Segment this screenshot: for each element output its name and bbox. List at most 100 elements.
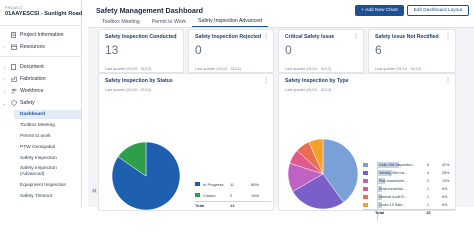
chevron-right-icon: › [3, 88, 6, 94]
edit-dashboard-layout-button[interactable]: Edit Dashboard Layout [407, 5, 469, 16]
factory-icon [9, 76, 18, 83]
kpi-title: Safety Inspection Conducted [105, 34, 177, 40]
legend-percent: 25% [442, 171, 450, 175]
kpi-value: 13 [105, 43, 119, 57]
kpi-card-conducted: Safety Inspection Conducted ⋮ 13 Last qu… [98, 29, 184, 73]
kpi-value: 0 [195, 43, 202, 57]
legend-value: 2 [230, 193, 233, 198]
sidebar-item-safety-timeout[interactable]: Safety Timeout [14, 192, 81, 201]
document-icon [9, 64, 18, 71]
legend-swatch [363, 179, 368, 183]
type-legend: Daily Site Inspection... 6 42% Weekly Site … [363, 161, 455, 221]
more-icon[interactable]: ⋮ [445, 77, 451, 84]
kpi-subtitle: Last quarter (01/10 - 31/12) [195, 67, 242, 71]
add-new-chart-button[interactable]: + Add New Chart [355, 5, 404, 16]
chart-card-status: Safety Inspection by Status ⋮ Last quart… [98, 73, 274, 211]
kpi-subtitle: Last quarter (01/10 - 31/12) [105, 67, 152, 71]
sidebar-item-ptw-geospatial[interactable]: PTW Geospatial [14, 143, 81, 152]
tab-toolbox-meeting[interactable]: Toolbox Meeting [96, 16, 146, 27]
chevron-right-icon: › [3, 44, 6, 50]
sidebar-item-label: Workforce [20, 88, 44, 94]
sidebar-item-resources[interactable]: › Resources [0, 42, 82, 52]
kpi-subtitle: Last quarter (01/10 - 31/12) [375, 67, 422, 71]
legend-swatch [363, 187, 368, 191]
legend-percent: 42% [442, 163, 450, 167]
chevron-down-icon: ⌄ [2, 100, 7, 106]
legend-label: Weekly Site Ins... [379, 171, 408, 175]
chart-card-type: Safety Inspection by Type ⋮ Last quarter… [278, 73, 456, 221]
legend-value: 2 [427, 179, 430, 183]
divider [195, 201, 271, 202]
kpi-card-critical: Critical Safety Issue ⋮ 0 Last quarter (… [278, 29, 364, 73]
legend-label: Risk Assessme... [379, 179, 408, 183]
sidebar-item-equipment-inspection[interactable]: Equipment Inspection [14, 181, 81, 190]
legend-swatch [195, 182, 200, 186]
kpi-title: Critical Safety Issue [285, 34, 335, 40]
sidebar-item-label: Document [20, 64, 44, 70]
kpi-value: 0 [285, 43, 292, 57]
kpi-card-not-rectified: Safety Issue Not Rectified ⋮ 6 Last quar… [368, 29, 456, 73]
divider [0, 56, 82, 57]
legend-label: Environmental ... [379, 187, 407, 191]
sidebar-item-dashboard[interactable]: Dashboard [14, 110, 81, 119]
status-pie [111, 141, 181, 211]
legend-label: Closed [203, 192, 216, 198]
legend-value: 6 [427, 163, 430, 167]
legend-swatch [363, 195, 368, 199]
chart-subtitle: Last quarter (01/10 - 31/12) [105, 88, 152, 92]
box-icon [9, 44, 18, 51]
legend-label: Daily Site Inspection... [379, 163, 416, 167]
document-icon [9, 32, 18, 39]
kpi-title: Safety Issue Not Rectified [375, 34, 439, 40]
collapse-sidebar-icon[interactable]: « [92, 185, 97, 195]
sidebar: PROJECT 01AAYESCSI - Sunlight Road ▾ Pro… [0, 0, 82, 207]
total-value: 15 [426, 210, 431, 215]
sidebar-item-label: Resources [20, 44, 45, 50]
sidebar-item-toolbox-meeting[interactable]: Toolbox Meeting [14, 121, 81, 130]
sidebar-item-workforce[interactable]: › Workforce [0, 86, 82, 96]
more-icon[interactable]: ⋮ [173, 33, 179, 40]
sidebar-item-project-information[interactable]: Project Information [0, 30, 82, 40]
type-pie [287, 138, 359, 210]
more-icon[interactable]: ⋮ [445, 33, 451, 40]
kpi-value: 6 [375, 43, 382, 57]
legend-percent: 6% [442, 203, 448, 207]
legend-percent: 6% [442, 187, 448, 191]
legend-label: In Progress [203, 181, 224, 187]
legend-percent: 6% [442, 195, 448, 199]
chevron-down-icon[interactable]: ▾ [76, 11, 79, 17]
dashboard-content: Safety Inspection Conducted ⋮ 13 Last qu… [88, 28, 474, 221]
legend-swatch [363, 171, 368, 175]
sidebar-item-safety-inspection[interactable]: Safety Inspection [14, 154, 81, 163]
tab-permit-to-work[interactable]: Permit to Work [146, 16, 192, 27]
sidebar-item-fabrication[interactable]: › Fabrication [0, 74, 82, 84]
more-icon[interactable]: ⋮ [263, 33, 269, 40]
kpi-title: Safety Inspection Rejected [195, 34, 262, 40]
sidebar-item-label: Safety [20, 100, 35, 106]
sidebar-item-safety[interactable]: ⌄ Safety [0, 98, 82, 108]
legend-value: 1 [427, 195, 430, 199]
more-icon[interactable]: ⋮ [353, 33, 359, 40]
people-icon [9, 88, 18, 95]
kpi-subtitle: Last quarter (01/10 - 31/12) [285, 67, 332, 71]
divider [0, 25, 82, 26]
sidebar-item-document[interactable]: › Document [0, 62, 82, 72]
chart-title: Safety Inspection by Type [285, 78, 349, 84]
shield-icon [9, 100, 18, 107]
legend-percent: 85% [251, 182, 260, 187]
sidebar-item-permit-to-work[interactable]: Permit to work [14, 132, 81, 141]
tab-safety-inspection-advanced[interactable]: Safety Inspection Advanced [192, 16, 269, 27]
project-selector[interactable]: 01AAYESCSI - Sunlight Road [5, 11, 82, 17]
status-legend: In Progress 11 85% Closed 2 15% Total 13 [195, 181, 273, 213]
legend-item: Closed [195, 192, 215, 198]
more-icon[interactable]: ⋮ [263, 77, 269, 84]
sidebar-item-safety-inspection-advanced[interactable]: Safety Inspection (Advanced) [14, 165, 81, 178]
sidebar-item-label: Project Information [20, 32, 64, 38]
page-title: Safety Management Dashboard [96, 6, 204, 15]
kpi-card-rejected: Safety Inspection Rejected ⋮ 0 Last quar… [188, 29, 274, 73]
chart-subtitle: Last quarter (01/10 - 31/12) [285, 88, 332, 92]
legend-swatch [363, 163, 368, 167]
chart-title: Safety Inspection by Status [105, 78, 173, 84]
tab-bar: Toolbox Meeting Permit to Work Safety In… [96, 16, 269, 27]
sidebar-item-label: Fabrication [20, 76, 46, 82]
